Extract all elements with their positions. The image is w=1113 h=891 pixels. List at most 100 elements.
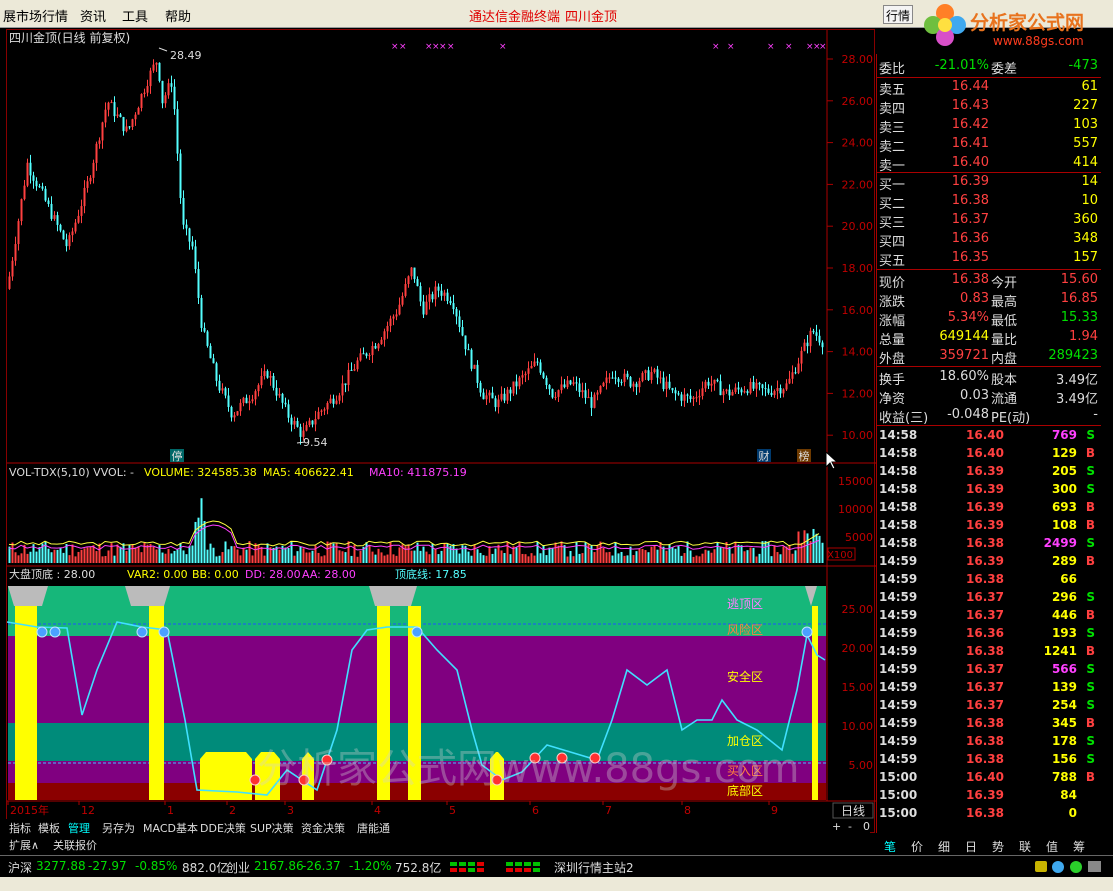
indicator-tabs: 指标 模板 管理 另存为 MACD基本 DDE决策 SUP决策 资金决策 唐能通… bbox=[6, 819, 870, 835]
volume-bar bbox=[725, 541, 728, 563]
tick-time: 14:58 bbox=[879, 482, 918, 496]
related-quote-button[interactable]: 关联报价 bbox=[53, 837, 97, 853]
right-tab-5[interactable]: 联 bbox=[1019, 838, 1031, 855]
candle-body bbox=[476, 364, 479, 383]
candle-body bbox=[632, 383, 635, 387]
tick-row: 14:58 16.38 2499 S bbox=[877, 535, 1101, 553]
expand-button[interactable]: 扩展∧ bbox=[9, 837, 39, 853]
stat-row: 涨跌 0.83 最高 16.85 bbox=[877, 290, 1101, 310]
volume-bar bbox=[56, 549, 59, 563]
tick-row: 14:58 16.39 108 B bbox=[877, 517, 1101, 535]
stat-value: 289423 bbox=[1048, 348, 1098, 363]
candle-body bbox=[815, 332, 818, 336]
help-icon bbox=[1052, 861, 1064, 873]
volume-bar bbox=[452, 544, 455, 563]
high-marker bbox=[158, 47, 168, 52]
candle-body bbox=[158, 62, 161, 81]
stat-label: 量比 bbox=[991, 333, 1018, 348]
right-tab-2[interactable]: 细 bbox=[938, 838, 950, 855]
volume-bar bbox=[566, 556, 569, 563]
volume-bar bbox=[383, 555, 386, 563]
candle-body bbox=[314, 419, 317, 425]
tab-manage[interactable]: 管理 bbox=[68, 820, 90, 836]
tick-time: 14:59 bbox=[879, 644, 918, 658]
volume-bar bbox=[485, 555, 488, 563]
tab-dde[interactable]: DDE决策 bbox=[200, 820, 246, 836]
right-tab-1[interactable]: 价 bbox=[911, 838, 923, 855]
menu-tools[interactable]: 工具 bbox=[122, 6, 148, 25]
volume-bar bbox=[683, 553, 686, 563]
candle-body bbox=[644, 370, 647, 374]
tick-time: 15:00 bbox=[879, 770, 918, 784]
candle-body bbox=[89, 177, 92, 182]
candle-body bbox=[719, 381, 722, 396]
volume-bar bbox=[437, 554, 440, 563]
volume-bar bbox=[518, 542, 521, 563]
tick-row: 14:58 16.40 769 S bbox=[877, 427, 1101, 445]
vol-axis-label: 10000 bbox=[838, 503, 873, 516]
menu-help[interactable]: 帮助 bbox=[165, 6, 191, 25]
volume-bar bbox=[722, 547, 725, 563]
ask-row: 卖五 16.44 61 bbox=[877, 78, 1101, 98]
kline-chart[interactable]: 四川金顶(日线 前复权) 28.00 26.00 24.00 22.00 20.00 18.… bbox=[6, 29, 876, 834]
candle-body bbox=[167, 83, 170, 96]
tab-capital[interactable]: 资金决策 bbox=[301, 820, 345, 836]
candle-body bbox=[113, 102, 116, 117]
candle-body bbox=[23, 185, 26, 200]
volume-bar bbox=[368, 545, 371, 563]
volume-bar bbox=[71, 544, 74, 563]
candle-body bbox=[779, 388, 782, 394]
volume-bar bbox=[20, 553, 23, 563]
volume-bar bbox=[557, 545, 560, 563]
tick-row: 14:58 16.39 205 S bbox=[877, 463, 1101, 481]
menu-news[interactable]: 资讯 bbox=[80, 6, 106, 25]
volume-bar bbox=[311, 550, 314, 563]
tab-saveas[interactable]: 另存为 bbox=[102, 820, 135, 836]
tab-indicator[interactable]: 指标 bbox=[9, 820, 31, 836]
tab-template[interactable]: 模板 bbox=[38, 820, 60, 836]
candle-body bbox=[236, 411, 239, 416]
candle-body bbox=[671, 388, 674, 391]
wc-value: -473 bbox=[1068, 58, 1098, 73]
chart-canvas[interactable]: 四川金顶(日线 前复权) 28.00 26.00 24.00 22.00 20.00 18.… bbox=[7, 30, 876, 834]
candle-body bbox=[104, 109, 107, 123]
tab-macd[interactable]: MACD基本 bbox=[143, 820, 198, 836]
right-tab-7[interactable]: 筹 bbox=[1073, 838, 1085, 855]
quote-button[interactable]: 行情 bbox=[883, 5, 913, 24]
tick-row: 14:58 16.39 300 S bbox=[877, 481, 1101, 499]
volume-bar bbox=[176, 548, 179, 563]
stat-value: 5.34% bbox=[947, 310, 989, 325]
vol-header-d: MA10: 411875.19 bbox=[369, 466, 467, 479]
candle-body bbox=[134, 114, 137, 120]
candle-body bbox=[374, 345, 377, 349]
candle-body bbox=[737, 387, 740, 390]
tick-volume: 1241 bbox=[1043, 644, 1077, 658]
zoom-out-button[interactable]: - bbox=[848, 820, 852, 833]
tick-price: 16.39 bbox=[966, 554, 1004, 568]
candles-group bbox=[8, 59, 824, 445]
candle-body bbox=[380, 339, 383, 345]
candle-body bbox=[359, 353, 362, 361]
candle-body bbox=[293, 421, 296, 425]
right-tab-6[interactable]: 值 bbox=[1046, 838, 1058, 855]
right-tab-0[interactable]: 笔 bbox=[884, 838, 896, 855]
candle-body bbox=[605, 377, 608, 383]
volume-bar bbox=[287, 548, 290, 563]
volume-bar bbox=[593, 552, 596, 563]
tab-tangnengtong[interactable]: 唐能通 bbox=[357, 820, 390, 836]
volume-bar bbox=[155, 549, 158, 563]
candle-body bbox=[14, 244, 17, 261]
right-tab-4[interactable]: 势 bbox=[992, 838, 1004, 855]
tray-icons bbox=[1035, 861, 1101, 873]
candle-body bbox=[131, 119, 134, 128]
candle-body bbox=[806, 342, 809, 347]
right-tab-3[interactable]: 日 bbox=[965, 838, 977, 855]
tab-sup[interactable]: SUP决策 bbox=[250, 820, 294, 836]
zoom-in-button[interactable]: + bbox=[832, 820, 841, 833]
menu-market[interactable]: 展市场行情 bbox=[3, 6, 68, 25]
volume-bar bbox=[236, 549, 239, 563]
zoom-reset-button[interactable]: 0 bbox=[863, 820, 870, 833]
fin-label: 流通 bbox=[991, 392, 1018, 407]
candle-body bbox=[62, 230, 65, 240]
tick-volume: 156 bbox=[1051, 752, 1077, 766]
